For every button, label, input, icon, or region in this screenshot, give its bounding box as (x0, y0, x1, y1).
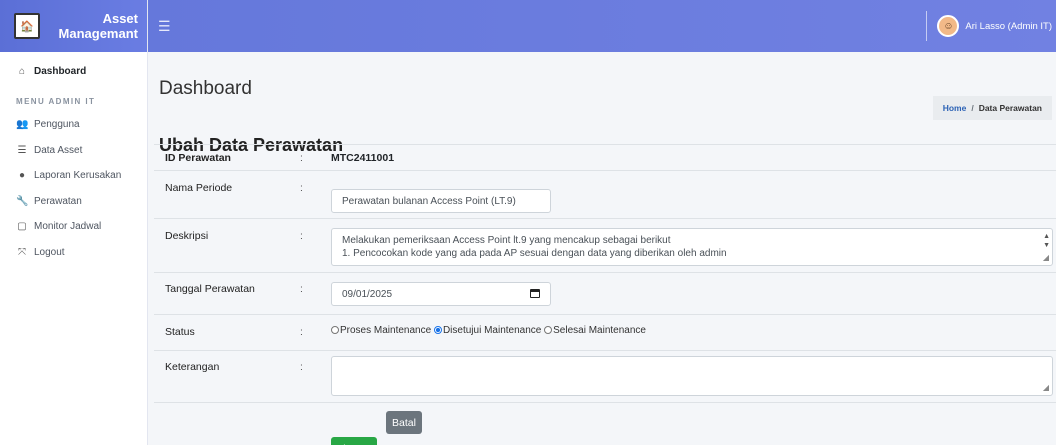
radio-icon[interactable] (544, 326, 553, 334)
logout-icon: ⤧ (18, 246, 26, 258)
brand-title: Asset Managemant (52, 11, 138, 41)
row-tanggal: Tanggal Perawatan : 09/01/2025 (154, 272, 1056, 314)
deskripsi-label: Deskripsi (165, 230, 209, 242)
save-button[interactable]: Simpan (331, 437, 377, 445)
scroll-arrows-icon[interactable]: ▲ ▼ (1043, 232, 1050, 250)
resize-handle-icon[interactable]: ◢ (1043, 251, 1049, 264)
colon: : (300, 283, 303, 295)
id-label: ID Perawatan (165, 152, 231, 164)
brand-title-line1: Asset (102, 11, 138, 26)
wrench-icon: 🔧 (16, 195, 29, 207)
radio-label: Proses Maintenance (340, 325, 432, 336)
colon: : (300, 326, 303, 338)
sidebar-item-label: Logout (34, 246, 65, 258)
breadcrumb-current: Data Perawatan (978, 103, 1042, 113)
radio-label: Selesai Maintenance (553, 325, 646, 336)
calendar-icon[interactable] (530, 289, 540, 298)
sidebar-item-pengguna[interactable]: 👥 Pengguna (0, 112, 147, 138)
radio-proses[interactable]: Proses Maintenance (331, 325, 431, 336)
sidebar-item-label: Perawatan (34, 195, 82, 207)
users-icon: 👥 (16, 119, 29, 131)
sidebar-item-data-asset[interactable]: ☰ Data Asset (0, 138, 147, 164)
resize-handle-icon[interactable]: ◢ (1043, 381, 1049, 394)
breadcrumb: Home / Data Perawatan (932, 96, 1052, 120)
cancel-button[interactable]: Batal (386, 411, 422, 434)
sidebar-item-label: Data Asset (34, 144, 83, 156)
periode-input[interactable]: Perawatan bulanan Access Point (LT.9) (331, 189, 551, 213)
sidebar-item-label: Monitor Jadwal (34, 221, 102, 233)
radio-selesai[interactable]: Selesai Maintenance (544, 325, 646, 336)
id-value: MTC2411001 (331, 152, 395, 164)
radio-disetujui[interactable]: Disetujui Maintenance (433, 325, 542, 336)
alert-icon: ● (18, 170, 26, 182)
keterangan-label: Keterangan (165, 361, 220, 373)
row-periode: Nama Periode : Perawatan bulanan Access … (154, 170, 1056, 218)
colon: : (300, 230, 303, 242)
sidebar-heading: MENU ADMIN IT (16, 96, 96, 106)
row-status: Status : Proses Maintenance Disetujui Ma… (154, 314, 1056, 350)
tanggal-input[interactable]: 09/01/2025 (331, 282, 551, 306)
sidebar: 🏠 Asset Managemant ⌂ Dashboard MENU ADMI… (0, 0, 148, 445)
sidebar-item-monitor-jadwal[interactable]: ▢ Monitor Jadwal (0, 214, 147, 240)
row-deskripsi: Deskripsi : Melakukan pemeriksaan Access… (154, 218, 1056, 272)
row-id: ID Perawatan : MTC2411001 (154, 144, 1056, 170)
user-menu[interactable]: ☺ Ari Lasso (Admin IT) (926, 0, 1056, 52)
periode-value: Perawatan bulanan Access Point (LT.9) (342, 195, 516, 207)
brand-logo-icon: 🏠 (14, 13, 40, 39)
menu-toggle-icon[interactable]: ☰ (158, 18, 171, 35)
deskripsi-textarea[interactable]: Melakukan pemeriksaan Access Point lt.9 … (331, 228, 1053, 266)
colon: : (300, 152, 303, 164)
row-keterangan: Keterangan : ◢ (154, 350, 1056, 402)
user-name[interactable]: Ari Lasso (Admin IT) (965, 21, 1052, 32)
status-radio-group: Proses Maintenance Disetujui Maintenance… (331, 325, 646, 336)
page-title: Dashboard (159, 78, 252, 99)
avatar[interactable]: ☺ (937, 15, 960, 37)
brand[interactable]: 🏠 Asset Managemant (0, 0, 147, 52)
sidebar-item-perawatan[interactable]: 🔧 Perawatan (0, 189, 147, 215)
breadcrumb-home[interactable]: Home (943, 103, 967, 113)
row-divider (154, 402, 1056, 403)
sidebar-item-label: Pengguna (34, 119, 80, 131)
colon: : (300, 182, 303, 194)
deskripsi-line: Melakukan pemeriksaan Access Point lt.9 … (342, 235, 671, 246)
sidebar-item-logout[interactable]: ⤧ Logout (0, 240, 147, 266)
colon: : (300, 361, 303, 373)
brand-title-line2: Managemant (58, 26, 138, 41)
calendar-icon: ▢ (17, 221, 27, 233)
sidebar-item-dashboard[interactable]: ⌂ Dashboard (0, 52, 147, 90)
tanggal-value: 09/01/2025 (342, 288, 393, 300)
topbar: ☰ ☺ Ari Lasso (Admin IT) (148, 0, 1056, 52)
breadcrumb-separator: / (971, 103, 974, 113)
deskripsi-line: 1. Pencocokan kode yang ada pada AP sesu… (342, 248, 727, 259)
topbar-divider (926, 11, 928, 41)
sidebar-item-laporan-kerusakan[interactable]: ● Laporan Kerusakan (0, 163, 147, 189)
keterangan-textarea[interactable]: ◢ (331, 356, 1053, 396)
main-content: Dashboard Home / Data Perawatan Ubah Dat… (148, 52, 1056, 445)
radio-checked-icon[interactable] (433, 326, 442, 334)
sidebar-item-label: Dashboard (34, 65, 87, 77)
radio-label: Disetujui Maintenance (442, 325, 542, 336)
periode-label: Nama Periode (165, 182, 233, 194)
database-icon: ☰ (17, 144, 27, 156)
tanggal-label: Tanggal Perawatan (165, 283, 255, 295)
home-icon: ⌂ (18, 65, 26, 77)
radio-icon[interactable] (331, 326, 339, 334)
sidebar-item-label: Laporan Kerusakan (34, 170, 122, 182)
status-label: Status (165, 326, 195, 338)
